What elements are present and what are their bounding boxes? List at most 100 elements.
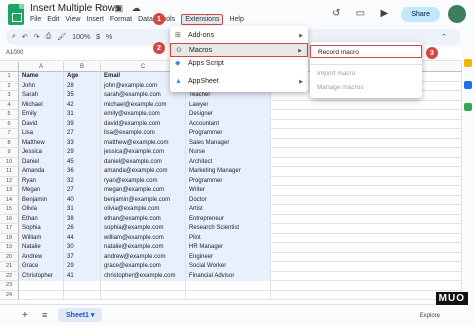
keep-icon[interactable]	[464, 59, 472, 67]
row-header[interactable]: 24	[0, 290, 19, 300]
table-cell[interactable]: Engineer	[186, 252, 271, 262]
table-cell[interactable]: Architect	[186, 157, 271, 167]
table-cell[interactable]: John	[19, 81, 64, 91]
row-header[interactable]: 4	[0, 100, 19, 110]
table-cell[interactable]: 32	[64, 176, 101, 186]
menu-insert[interactable]: Insert	[86, 16, 104, 25]
table-cell[interactable]: Christopher	[19, 271, 64, 281]
table-cell[interactable]: Sarah	[19, 91, 64, 101]
menu-file[interactable]: File	[30, 16, 41, 25]
table-cell[interactable]	[271, 148, 462, 158]
share-button[interactable]: Share	[401, 6, 440, 22]
table-cell[interactable]: Social Worker	[186, 262, 271, 272]
table-cell[interactable]: Doctor	[186, 195, 271, 205]
table-cell[interactable]: 45	[64, 157, 101, 167]
table-cell[interactable]: Benjamin	[19, 195, 64, 205]
table-cell[interactable]	[271, 233, 462, 243]
comment-icon[interactable]: ▭	[353, 7, 367, 21]
menu-view[interactable]: View	[65, 16, 80, 25]
table-cell[interactable]: 26	[64, 224, 101, 234]
row-header[interactable]: 19	[0, 243, 19, 253]
name-box[interactable]: A1000	[6, 50, 23, 56]
table-cell[interactable]: David	[19, 119, 64, 129]
table-cell[interactable]: Accountant	[186, 119, 271, 129]
table-cell[interactable]: jessica@example.com	[101, 148, 186, 158]
table-cell[interactable]: william@example.com	[101, 233, 186, 243]
menu-help[interactable]: Help	[229, 16, 243, 25]
table-cell[interactable]	[271, 110, 462, 120]
redo-icon[interactable]: ↷	[34, 33, 40, 41]
row-header[interactable]: 16	[0, 214, 19, 224]
table-cell[interactable]	[271, 290, 462, 300]
table-cell[interactable]: Lisa	[19, 129, 64, 139]
table-cell[interactable]: Andrew	[19, 252, 64, 262]
table-cell[interactable]: Sophia	[19, 224, 64, 234]
avatar[interactable]	[448, 5, 466, 23]
table-cell[interactable]: 38	[64, 214, 101, 224]
maps-icon[interactable]	[464, 103, 472, 111]
row-header[interactable]: 5	[0, 110, 19, 120]
spreadsheet-grid[interactable]: A B C 1 Name Age Email 2 John 28 john@example.c…	[0, 62, 462, 302]
table-cell[interactable]	[271, 100, 462, 110]
row-header[interactable]: 20	[0, 252, 19, 262]
table-cell[interactable]	[271, 195, 462, 205]
meet-icon[interactable]: ▶	[377, 7, 391, 21]
undo-icon[interactable]: ↶	[22, 33, 28, 41]
menu-extensions[interactable]: Extensions	[181, 14, 224, 25]
menu-edit[interactable]: Edit	[47, 16, 59, 25]
table-cell[interactable]: Amanda	[19, 167, 64, 177]
menu-item-add-ons[interactable]: ⊞ Add-ons ▶	[170, 29, 308, 43]
tasks-icon[interactable]	[464, 81, 472, 89]
table-cell[interactable]: Matthew	[19, 138, 64, 148]
table-cell[interactable]	[271, 271, 462, 281]
history-icon[interactable]: ↺	[329, 7, 343, 21]
table-cell[interactable]: Marketing Manager	[186, 167, 271, 177]
table-cell[interactable]: 37	[64, 252, 101, 262]
table-cell[interactable]: david@example.com	[101, 119, 186, 129]
table-cell[interactable]: Designer	[186, 110, 271, 120]
table-cell[interactable]: Entrepreneur	[186, 214, 271, 224]
row-header[interactable]: 7	[0, 129, 19, 139]
table-cell[interactable]	[186, 281, 271, 291]
zoom-select[interactable]: 100%	[72, 34, 90, 41]
table-cell[interactable]: Jessica	[19, 148, 64, 158]
table-cell[interactable]	[19, 290, 64, 300]
table-cell[interactable]: Financial Advisor	[186, 271, 271, 281]
row-header[interactable]: 14	[0, 195, 19, 205]
menu-item-record-macro[interactable]: Record macro	[310, 45, 422, 58]
table-cell[interactable]: William	[19, 233, 64, 243]
table-cell[interactable]: 29	[64, 148, 101, 158]
table-cell[interactable]: 44	[64, 233, 101, 243]
table-cell[interactable]: emily@example.com	[101, 110, 186, 120]
table-cell[interactable]: HR Manager	[186, 243, 271, 253]
table-cell[interactable]: Michael	[19, 100, 64, 110]
table-cell[interactable]: 42	[64, 100, 101, 110]
row-header[interactable]: 22	[0, 271, 19, 281]
table-cell[interactable]: 33	[64, 138, 101, 148]
table-cell[interactable]: Programmer	[186, 129, 271, 139]
menu-item-appsheet[interactable]: ▲ AppSheet ▶	[170, 75, 308, 89]
table-cell[interactable]: Ryan	[19, 176, 64, 186]
table-cell[interactable]	[271, 262, 462, 272]
table-cell[interactable]: 28	[64, 81, 101, 91]
table-cell[interactable]: Olivia	[19, 205, 64, 215]
menu-format[interactable]: Format	[110, 16, 132, 25]
table-cell[interactable]	[64, 281, 101, 291]
table-cell[interactable]: amanda@example.com	[101, 167, 186, 177]
table-cell[interactable]: daniel@example.com	[101, 157, 186, 167]
table-cell[interactable]: Nurse	[186, 148, 271, 158]
table-cell[interactable]: matthew@example.com	[101, 138, 186, 148]
row-header[interactable]: 6	[0, 119, 19, 129]
collapse-toolbar-icon[interactable]: ⌃	[441, 33, 447, 41]
menu-item-manage-macros[interactable]: Manage macros	[310, 81, 422, 94]
percent-format-button[interactable]: %	[106, 34, 112, 41]
table-cell[interactable]: 27	[64, 129, 101, 139]
table-cell[interactable]: Megan	[19, 186, 64, 196]
table-cell[interactable]: Research Scientist	[186, 224, 271, 234]
table-cell[interactable]: Natalie	[19, 243, 64, 253]
table-cell[interactable]	[19, 281, 64, 291]
table-cell[interactable]	[271, 119, 462, 129]
table-cell[interactable]: sophia@example.com	[101, 224, 186, 234]
table-cell[interactable]	[101, 290, 186, 300]
table-cell[interactable]: andrew@example.com	[101, 252, 186, 262]
